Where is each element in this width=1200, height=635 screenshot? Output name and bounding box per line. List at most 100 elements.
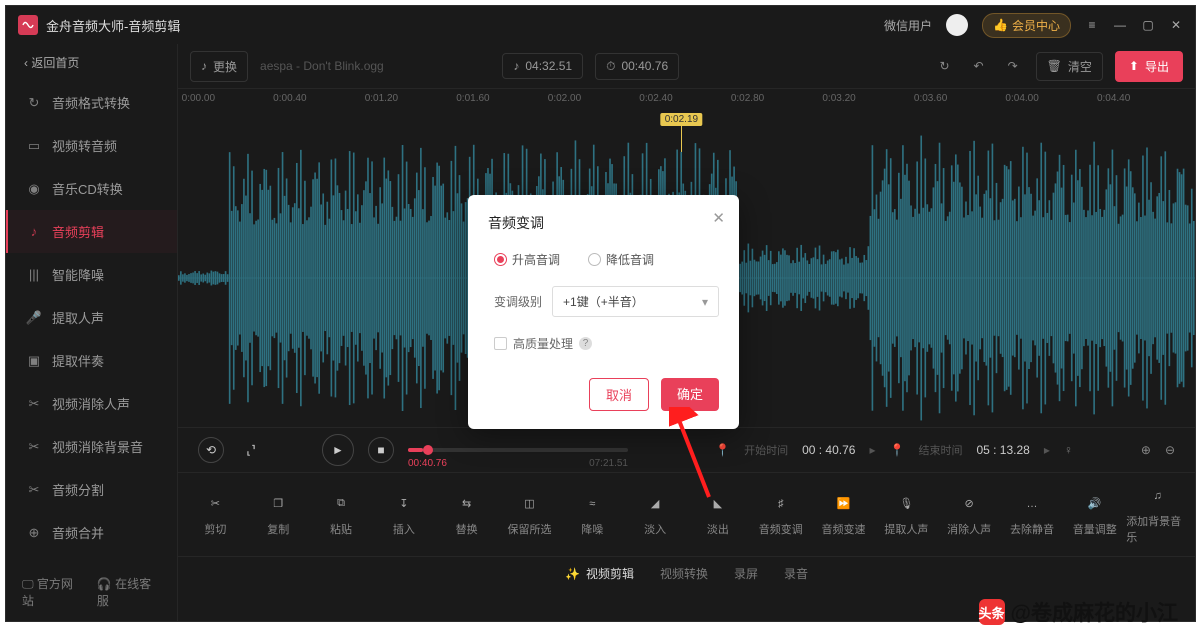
denoise-icon: ≈ bbox=[589, 493, 595, 515]
tool-volume[interactable]: 🔊音量调整 bbox=[1063, 493, 1126, 537]
official-site-link[interactable]: 🖵 官方网站 bbox=[22, 575, 83, 609]
tool-remove-vocal[interactable]: ⊘消除人声 bbox=[938, 493, 1001, 537]
pin-start-icon[interactable]: 📍 bbox=[715, 443, 730, 457]
end-time-value[interactable]: 05 : 13.28 bbox=[976, 443, 1029, 457]
menu-icon[interactable]: ≡ bbox=[1085, 18, 1099, 32]
sidebar-item-label: 视频转音频 bbox=[52, 136, 117, 155]
user-label[interactable]: 微信用户 bbox=[884, 17, 932, 34]
tool-copy[interactable]: ❐复制 bbox=[247, 493, 310, 537]
radio-pitch-up[interactable]: 升高音调 bbox=[494, 251, 560, 268]
tool-keep-selection[interactable]: ◫保留所选 bbox=[498, 493, 561, 537]
edit-tools: ✂剪切 ❐复制 ⧉粘贴 ↧插入 ⇆替换 ◫保留所选 ≈降噪 ◢淡入 ◣淡出 ♯音… bbox=[178, 472, 1195, 556]
sidebar-item-split[interactable]: ✂音频分割 bbox=[6, 468, 177, 511]
tool-speed[interactable]: ⏩音频变速 bbox=[812, 493, 875, 537]
mute-vocal-icon: ⊘ bbox=[965, 493, 974, 515]
sidebar-item-label: 智能降噪 bbox=[52, 265, 104, 284]
select-value: +1键（+半音） bbox=[563, 293, 644, 310]
zoom-out-icon[interactable]: ⊖ bbox=[1165, 443, 1175, 457]
tool-insert[interactable]: ↧插入 bbox=[372, 493, 435, 537]
tool-fadeout[interactable]: ◣淡出 bbox=[687, 493, 750, 537]
hq-checkbox[interactable] bbox=[494, 337, 507, 350]
sidebar-item-edit[interactable]: ♪音频剪辑 bbox=[6, 210, 177, 253]
support-link[interactable]: 🎧 在线客服 bbox=[97, 575, 161, 609]
bottomnav-screenrec[interactable]: 录屏 bbox=[734, 565, 758, 582]
radio-pitch-down[interactable]: 降低音调 bbox=[588, 251, 654, 268]
sidebar-item-format[interactable]: ↻音频格式转换 bbox=[6, 81, 177, 124]
sidebar-footer: 🖵 官方网站 🎧 在线客服 bbox=[6, 563, 177, 621]
sidebar-item-merge[interactable]: ⊕音频合并 bbox=[6, 511, 177, 554]
upload-icon: ⬆ bbox=[1129, 59, 1139, 73]
tool-extract-vocal[interactable]: 🎙提取人声 bbox=[875, 493, 938, 537]
bottomnav-video-edit[interactable]: ✨视频剪辑 bbox=[565, 565, 634, 582]
dialog-close-icon[interactable]: ✕ bbox=[712, 209, 725, 227]
bars-icon: ||| bbox=[26, 267, 42, 283]
swap-file-button[interactable]: ♪更换 bbox=[190, 51, 248, 82]
start-time-value[interactable]: 00 : 40.76 bbox=[802, 443, 855, 457]
tool-pitch[interactable]: ♯音频变调 bbox=[749, 493, 812, 537]
back-home-button[interactable]: ‹ 返回首页 bbox=[6, 44, 177, 81]
sidebar-item-video-rm-bgm[interactable]: ✂ 视频消除背景音 bbox=[6, 425, 177, 468]
sidebar-item-extract-accomp[interactable]: ▣ 提取伴奏 bbox=[6, 339, 177, 382]
progress-handle[interactable] bbox=[423, 445, 433, 455]
volume-icon: 🔊 bbox=[1088, 493, 1102, 515]
watermark-text: @卷成麻花的小江 bbox=[1011, 597, 1178, 627]
sidebar-item-cd[interactable]: ◉音乐CD转换 bbox=[6, 167, 177, 210]
note-icon: ♪ bbox=[513, 59, 519, 73]
vip-center-button[interactable]: 👍会员中心 bbox=[982, 13, 1071, 38]
sidebar-item-video2audio[interactable]: ▭视频转音频 bbox=[6, 124, 177, 167]
chevron-down-icon: ▾ bbox=[702, 295, 708, 309]
sidebar-item-label: 音乐CD转换 bbox=[52, 179, 123, 198]
help-icon[interactable]: ? bbox=[579, 337, 592, 350]
bottomnav-audiorec[interactable]: 录音 bbox=[784, 565, 808, 582]
tool-add-bgm[interactable]: ♫添加背景音乐 bbox=[1126, 485, 1189, 545]
pitch-level-select[interactable]: +1键（+半音） ▾ bbox=[552, 286, 719, 317]
tool-remove-silence[interactable]: …去除静音 bbox=[1001, 493, 1064, 537]
copy-icon: ❐ bbox=[273, 493, 283, 515]
pitch-shift-dialog: ✕ 音频变调 升高音调 降低音调 变调级别 +1键（+半音） ▾ 高质量处理 ?… bbox=[468, 195, 739, 429]
sidebar: ‹ 返回首页 ↻音频格式转换 ▭视频转音频 ◉音乐CD转换 ♪音频剪辑 ||| 智… bbox=[6, 44, 178, 621]
trim-start-button[interactable]: ⸤⸣ bbox=[238, 437, 264, 463]
tool-replace[interactable]: ⇆替换 bbox=[435, 493, 498, 537]
reload-icon[interactable]: ↻ bbox=[933, 55, 955, 77]
sidebar-item-denoise[interactable]: ||| 智能降噪 bbox=[6, 253, 177, 296]
export-button[interactable]: ⬆导出 bbox=[1115, 51, 1183, 82]
sidebar-item-extract-vocal[interactable]: 🎤提取人声 bbox=[6, 296, 177, 339]
ok-button[interactable]: 确定 bbox=[661, 378, 719, 411]
zoom-in-icon[interactable]: ⊕ bbox=[1141, 443, 1151, 457]
tool-paste[interactable]: ⧉粘贴 bbox=[310, 493, 373, 537]
sidebar-item-label: 视频消除背景音 bbox=[52, 437, 143, 456]
sidebar-item-label: 提取伴奏 bbox=[52, 351, 104, 370]
tool-fadein[interactable]: ◢淡入 bbox=[624, 493, 687, 537]
minimize-icon[interactable]: — bbox=[1113, 18, 1127, 32]
tool-cut[interactable]: ✂剪切 bbox=[184, 493, 247, 537]
bottomnav-video-convert[interactable]: 视频转换 bbox=[660, 565, 708, 582]
scissors-icon: ✂ bbox=[26, 439, 42, 455]
progress-track[interactable]: 00:40.76 07:21.51 bbox=[408, 448, 628, 452]
playhead-time-label: 0:02.19 bbox=[661, 113, 702, 126]
redo-icon[interactable]: ↷ bbox=[1002, 55, 1024, 77]
watermark: 头条 @卷成麻花的小江 bbox=[979, 597, 1178, 627]
extract-icon: ▣ bbox=[26, 353, 42, 369]
radio-icon bbox=[494, 253, 507, 266]
sidebar-item-video-rm-vocal[interactable]: ✂视频消除人声 bbox=[6, 382, 177, 425]
stop-button[interactable]: ■ bbox=[368, 437, 394, 463]
sidebar-item-label: 音频合并 bbox=[52, 523, 104, 542]
cancel-button[interactable]: 取消 bbox=[589, 378, 649, 411]
hq-label: 高质量处理 bbox=[513, 335, 573, 352]
skip-start-button[interactable]: ⟲ bbox=[198, 437, 224, 463]
maximize-icon[interactable]: ▢ bbox=[1141, 18, 1155, 32]
end-time-label: 结束时间 bbox=[918, 442, 962, 458]
silence-icon: … bbox=[1026, 493, 1037, 515]
user-avatar-icon[interactable] bbox=[946, 14, 968, 36]
undo-icon[interactable]: ↶ bbox=[968, 55, 990, 77]
tool-denoise[interactable]: ≈降噪 bbox=[561, 493, 624, 537]
clock-icon: ⏱ bbox=[606, 59, 615, 74]
sidebar-item-label: 视频消除人声 bbox=[52, 394, 130, 413]
progress-current-time: 00:40.76 bbox=[408, 458, 447, 469]
close-icon[interactable]: ✕ bbox=[1169, 18, 1183, 32]
dialog-title: 音频变调 bbox=[488, 213, 719, 233]
play-button[interactable]: ► bbox=[322, 434, 354, 466]
pin-end-icon[interactable]: 📍 bbox=[890, 443, 905, 457]
filename-label: aespa - Don't Blink.ogg bbox=[260, 59, 490, 73]
clear-button[interactable]: 🗑清空 bbox=[1036, 52, 1103, 81]
